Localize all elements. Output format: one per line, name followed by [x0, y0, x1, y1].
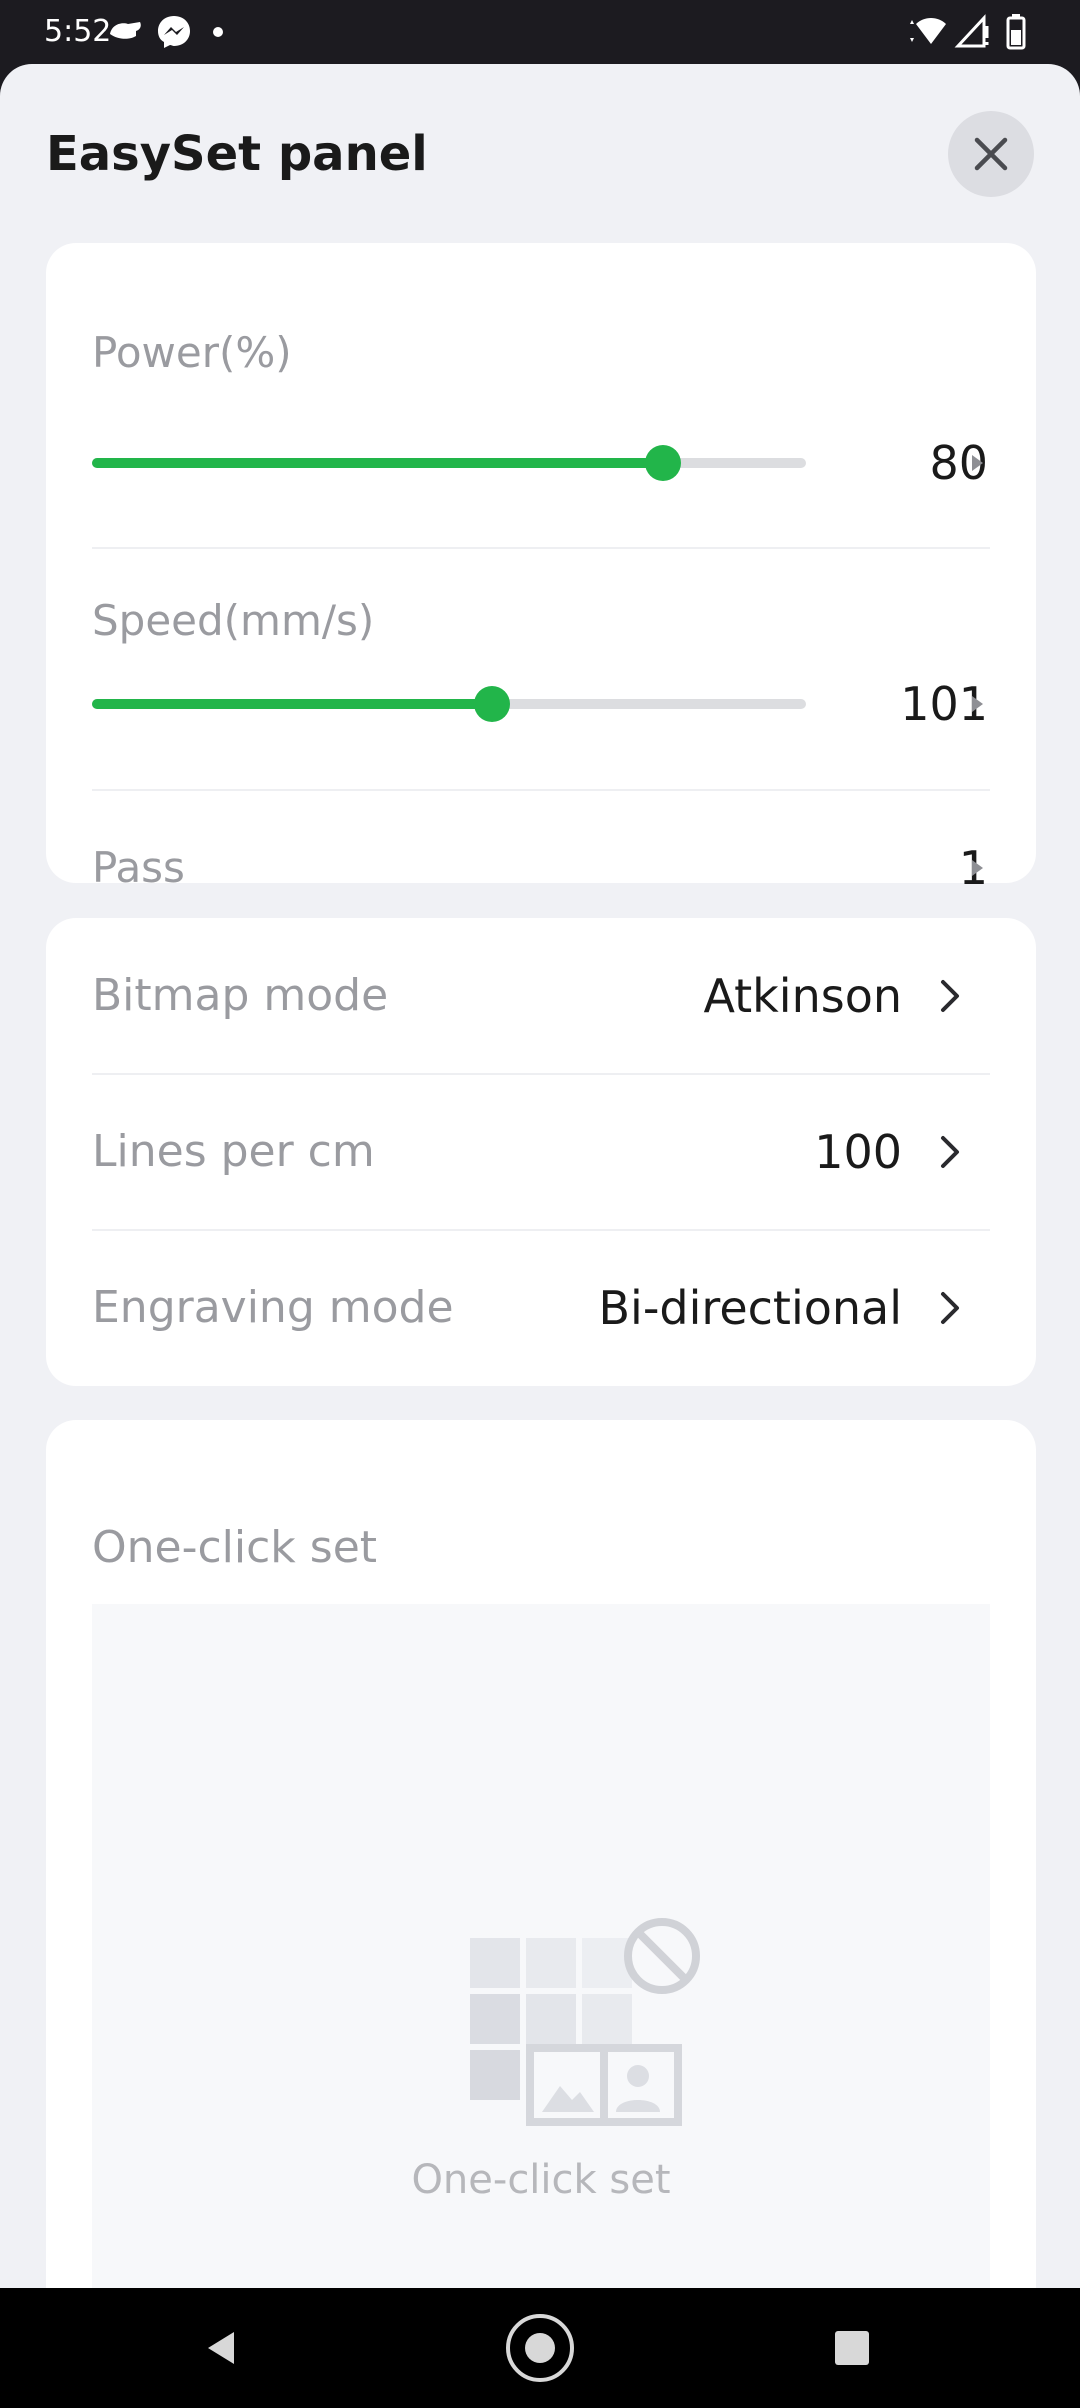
chevron-right-icon [941, 1292, 959, 1324]
image-settings-card: Bitmap mode Atkinson Lines per cm 100 En… [46, 918, 1036, 1386]
engraving-mode-value: Bi-directional [598, 1281, 903, 1335]
sheet-title: EasySet panel [46, 126, 428, 182]
one-click-empty-caption: One-click set [411, 2157, 671, 2203]
one-click-title: One-click set [92, 1522, 378, 1573]
chevron-right-icon [941, 1136, 959, 1168]
battery-icon [1006, 14, 1026, 50]
lines-per-cm-value: 100 [814, 1125, 902, 1179]
messenger-icon [158, 16, 190, 48]
back-triangle-icon [208, 2332, 234, 2364]
navigation-bar [0, 2288, 1080, 2408]
engraving-mode-row[interactable]: Engraving mode Bi-directional [46, 1231, 1036, 1386]
bitmap-mode-label: Bitmap mode [92, 970, 389, 1021]
close-icon [974, 137, 1008, 171]
bitmap-mode-value: Atkinson [703, 969, 902, 1023]
easyset-sheet: EasySet panel Power(%) 80 Speed(mm/s) 10… [0, 64, 1080, 2288]
back-button[interactable] [186, 2312, 258, 2384]
recents-square-icon [835, 2331, 869, 2365]
home-circle-icon [506, 2314, 574, 2382]
status-bar: 5:52 [0, 0, 1080, 64]
engraving-mode-label: Engraving mode [92, 1282, 454, 1333]
hat-icon [110, 22, 141, 39]
recents-button[interactable] [816, 2312, 888, 2384]
pass-expand-icon[interactable] [972, 860, 983, 876]
pass-row-container: Pass 1 [46, 243, 1036, 895]
wifi-icon [910, 18, 946, 44]
one-click-card: One-click set One-click set [46, 1420, 1036, 2288]
one-click-empty-area: One-click set [92, 1604, 990, 2288]
home-button[interactable] [504, 2312, 576, 2384]
bitmap-mode-row[interactable]: Bitmap mode Atkinson [46, 918, 1036, 1073]
status-time: 5:52 [44, 14, 112, 49]
lines-per-cm-row[interactable]: Lines per cm 100 [46, 1075, 1036, 1230]
empty-presets-icon [470, 1918, 700, 2126]
signal-icon [954, 14, 989, 48]
pass-label: Pass [92, 843, 185, 892]
lines-per-cm-label: Lines per cm [92, 1126, 375, 1177]
close-button[interactable] [948, 111, 1034, 197]
chevron-right-icon [941, 980, 959, 1012]
notification-dot-icon [213, 27, 223, 37]
